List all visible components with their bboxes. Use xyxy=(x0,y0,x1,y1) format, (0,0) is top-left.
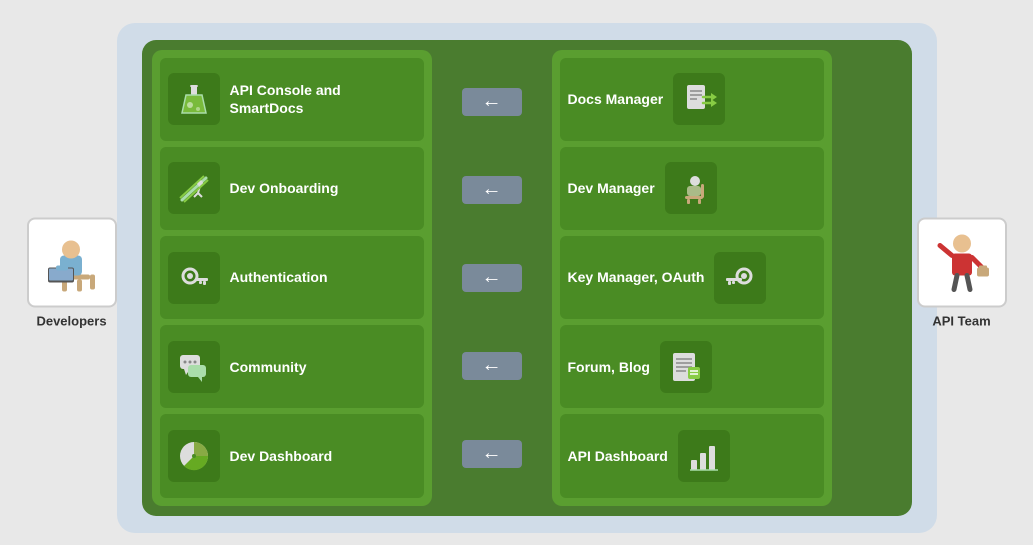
community-row: Community xyxy=(160,325,424,408)
api-console-row: API Console and SmartDocs xyxy=(160,58,424,141)
flask-icon xyxy=(176,81,212,117)
authentication-icon-box xyxy=(168,252,220,304)
arrow-3: ← xyxy=(462,264,522,292)
docs-manager-icon-box xyxy=(673,73,725,125)
api-console-label: API Console and SmartDocs xyxy=(230,81,416,117)
api-dashboard-label: API Dashboard xyxy=(568,447,668,465)
key-manager-row: Key Manager, OAuth xyxy=(560,236,824,319)
forum-blog-label: Forum, Blog xyxy=(568,358,650,376)
diagram-container: Developers xyxy=(27,13,1007,533)
community-label: Community xyxy=(230,358,307,376)
devmanager-icon xyxy=(673,170,709,206)
community-icon-box xyxy=(168,341,220,393)
keyright-icon xyxy=(722,260,758,296)
left-panel: API Console and SmartDocs xyxy=(152,50,432,506)
dev-manager-row: Dev Manager xyxy=(560,147,824,230)
forum-blog-icon-box xyxy=(660,341,712,393)
key-icon xyxy=(176,260,212,296)
api-team-icon-box xyxy=(917,217,1007,307)
dev-onboarding-row: Dev Onboarding xyxy=(160,147,424,230)
arrow-4: ← xyxy=(462,352,522,380)
columns-wrapper: API Console and SmartDocs xyxy=(152,50,902,506)
dev-dashboard-icon-box xyxy=(168,430,220,482)
arrow-2: ← xyxy=(462,176,522,204)
dev-manager-icon-box xyxy=(665,162,717,214)
developers-icon-box xyxy=(27,217,117,307)
dev-dashboard-label: Dev Dashboard xyxy=(230,447,333,465)
docs-icon xyxy=(681,81,717,117)
dev-onboarding-icon-box xyxy=(168,162,220,214)
authentication-label: Authentication xyxy=(230,268,328,286)
escalator-icon xyxy=(176,170,212,206)
arrow-1: ← xyxy=(462,88,522,116)
developers-icon xyxy=(42,230,102,295)
docs-manager-label: Docs Manager xyxy=(568,90,664,108)
key-manager-label: Key Manager, OAuth xyxy=(568,268,705,286)
key-manager-icon-box xyxy=(714,252,766,304)
developers-label: Developers xyxy=(36,313,106,328)
api-dashboard-icon-box xyxy=(678,430,730,482)
dev-dashboard-row: Dev Dashboard xyxy=(160,414,424,497)
arrow-5: ← xyxy=(462,440,522,468)
barchart-icon xyxy=(686,438,722,474)
forum-icon xyxy=(668,349,704,385)
center-arrows: ← ← ← ← ← xyxy=(432,50,552,506)
api-console-icon-box xyxy=(168,73,220,125)
outer-box: API Console and SmartDocs xyxy=(117,23,937,533)
authentication-row: Authentication xyxy=(160,236,424,319)
piechart-icon xyxy=(176,438,212,474)
chat-icon xyxy=(176,349,212,385)
right-panel: Docs Manager xyxy=(552,50,832,506)
dev-manager-label: Dev Manager xyxy=(568,179,655,197)
inner-frame: API Console and SmartDocs xyxy=(142,40,912,516)
developers-figure: Developers xyxy=(27,217,117,328)
api-team-label: API Team xyxy=(932,313,990,328)
forum-blog-row: Forum, Blog xyxy=(560,325,824,408)
api-team-figure: API Team xyxy=(917,217,1007,328)
docs-manager-row: Docs Manager xyxy=(560,58,824,141)
api-team-icon xyxy=(932,230,992,295)
api-dashboard-row: API Dashboard xyxy=(560,414,824,497)
dev-onboarding-label: Dev Onboarding xyxy=(230,179,339,197)
